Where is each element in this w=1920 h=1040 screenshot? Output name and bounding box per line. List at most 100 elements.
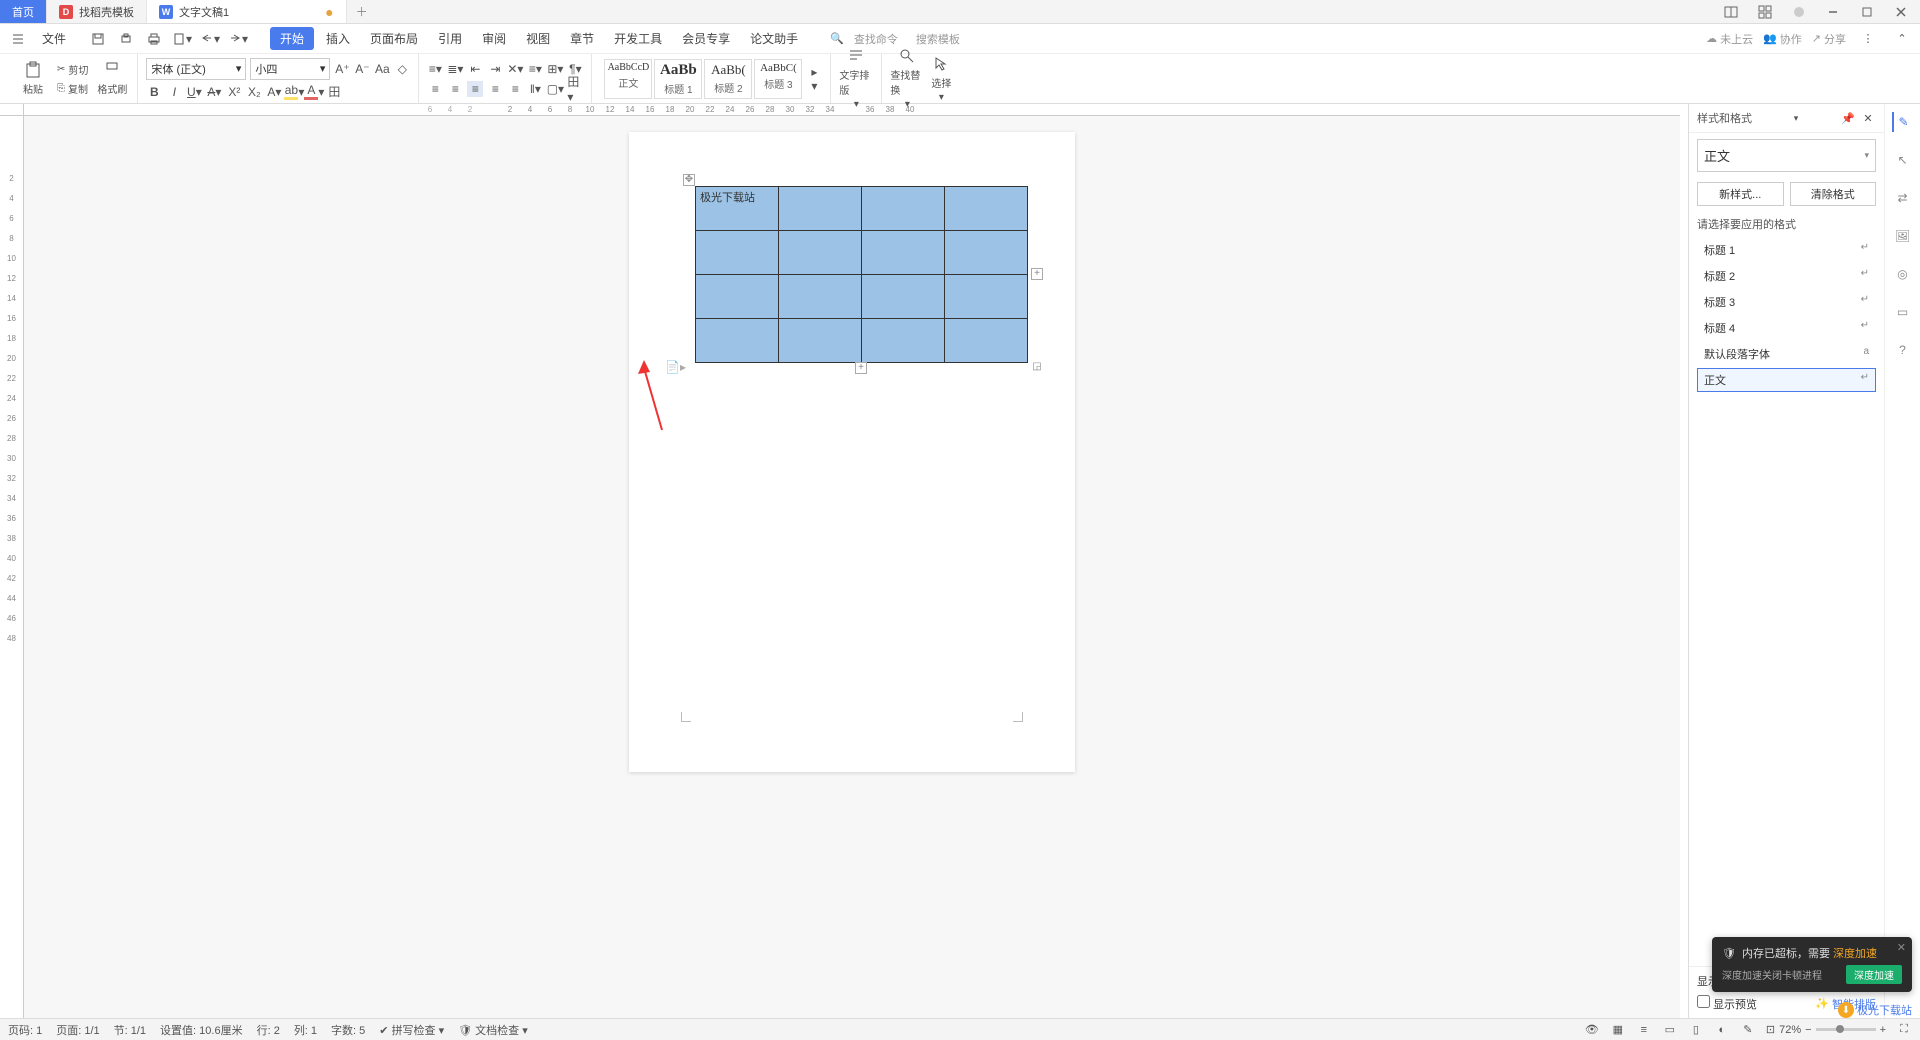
numbering-icon[interactable]: ≣▾ bbox=[447, 61, 463, 77]
eye-icon[interactable]: 👁 bbox=[1584, 1022, 1600, 1038]
document-table[interactable]: 极光下载站 bbox=[695, 186, 1028, 363]
style-list-item[interactable]: 标题 1↵ bbox=[1697, 238, 1876, 262]
horizontal-ruler[interactable]: 642246810121416182022242628303234363840 bbox=[24, 104, 1680, 116]
layout-mode-icon[interactable] bbox=[1718, 1, 1744, 23]
table-cell[interactable] bbox=[779, 187, 862, 231]
share-button[interactable]: ↗分享 bbox=[1812, 31, 1846, 47]
tab-document[interactable]: W 文字文稿1 ● bbox=[147, 0, 347, 23]
show-preview-checkbox[interactable]: 显示预览 bbox=[1697, 995, 1757, 1012]
menu-file[interactable]: 文件 bbox=[34, 26, 74, 51]
copy-button[interactable]: ⎘复制 bbox=[54, 80, 91, 97]
table-cell[interactable] bbox=[862, 275, 945, 319]
highlight-icon[interactable]: ab▾ bbox=[286, 84, 302, 100]
view-read-icon[interactable]: ▯ bbox=[1688, 1022, 1704, 1038]
print-icon[interactable] bbox=[142, 27, 166, 51]
fullscreen-icon[interactable]: ⛶ bbox=[1896, 1022, 1912, 1038]
select-button[interactable]: 选择▾ bbox=[924, 55, 958, 103]
table-cell[interactable] bbox=[862, 187, 945, 231]
style-gallery-h2[interactable]: AaBb(标题 2 bbox=[704, 59, 752, 99]
menu-member[interactable]: 会员专享 bbox=[674, 26, 738, 51]
style-gallery-h1[interactable]: AaBb标题 1 bbox=[654, 59, 702, 99]
redo-icon[interactable]: ▾ bbox=[226, 27, 250, 51]
align-center-icon[interactable]: ≡ bbox=[447, 81, 463, 97]
style-list-item[interactable]: 标题 3↵ bbox=[1697, 290, 1876, 314]
sort-icon[interactable]: ✕▾ bbox=[507, 61, 523, 77]
command-search[interactable]: 🔍 查找命令 搜索模板 bbox=[830, 31, 960, 47]
status-doc-check[interactable]: 🛡 文档检查 ▾ bbox=[458, 1022, 528, 1038]
font-name-combo[interactable]: 宋体 (正文)▾ bbox=[146, 58, 246, 80]
status-words[interactable]: 字数: 5 bbox=[331, 1022, 365, 1038]
menu-insert[interactable]: 插入 bbox=[318, 26, 358, 51]
align-right-icon[interactable]: ≡ bbox=[467, 81, 483, 97]
style-gallery-more-icon[interactable]: ▸▾ bbox=[806, 71, 822, 87]
zoom-fit-icon[interactable]: ⊡ bbox=[1766, 1023, 1775, 1036]
text-effect-icon[interactable]: A▾ bbox=[266, 84, 282, 100]
shrink-font-icon[interactable]: A⁻ bbox=[354, 61, 370, 77]
menu-view[interactable]: 视图 bbox=[518, 26, 558, 51]
export-icon[interactable]: ▾ bbox=[170, 27, 194, 51]
menu-paper[interactable]: 论文助手 bbox=[742, 26, 806, 51]
hamburger-icon[interactable] bbox=[6, 27, 30, 51]
status-spell[interactable]: ✔ 拼写检查 ▾ bbox=[379, 1022, 444, 1038]
zoom-control[interactable]: ⊡ 72% − + bbox=[1766, 1023, 1886, 1036]
align-distribute-icon[interactable]: ≡ bbox=[507, 81, 523, 97]
menu-start[interactable]: 开始 bbox=[270, 27, 314, 50]
strip-arrow-icon[interactable]: ↖ bbox=[1893, 150, 1913, 170]
zoom-out-icon[interactable]: − bbox=[1805, 1024, 1811, 1036]
collab-button[interactable]: 👥协作 bbox=[1763, 31, 1802, 47]
strike-icon[interactable]: A▾ bbox=[206, 84, 222, 100]
table-cell[interactable] bbox=[696, 275, 779, 319]
table-cell[interactable] bbox=[779, 275, 862, 319]
italic-icon[interactable]: I bbox=[166, 84, 182, 100]
apps-icon[interactable] bbox=[1752, 1, 1778, 23]
shading-icon[interactable]: ▢▾ bbox=[547, 81, 563, 97]
table-add-col-handle-icon[interactable]: + bbox=[1031, 268, 1043, 280]
gear-icon[interactable]: ✎ bbox=[1740, 1022, 1756, 1038]
paragraph-options-icon[interactable]: 📄▸ bbox=[665, 360, 686, 374]
align-dist-icon[interactable]: ≡▾ bbox=[527, 61, 543, 77]
strip-image-icon[interactable]: 🖼 bbox=[1893, 226, 1913, 246]
undo-icon[interactable]: ▾ bbox=[198, 27, 222, 51]
view-print-icon[interactable]: ▦ bbox=[1610, 1022, 1626, 1038]
increase-indent-icon[interactable]: ⇥ bbox=[487, 61, 503, 77]
collapse-ribbon-icon[interactable]: ⌃ bbox=[1890, 27, 1914, 51]
strip-pencil-icon[interactable]: ✎ bbox=[1892, 112, 1912, 132]
tab-home[interactable]: 首页 bbox=[0, 0, 47, 23]
text-layout-button[interactable]: 文字排版▾ bbox=[839, 47, 873, 110]
status-page-of[interactable]: 页面: 1/1 bbox=[56, 1022, 99, 1038]
align-justify-icon[interactable]: ≡ bbox=[487, 81, 503, 97]
line-spacing-icon[interactable]: ‖▾ bbox=[527, 81, 543, 97]
toast-close-icon[interactable]: ✕ bbox=[1897, 941, 1906, 954]
style-list-item[interactable]: 默认段落字体a bbox=[1697, 342, 1876, 366]
style-list-item[interactable]: 正文↵ bbox=[1697, 368, 1876, 392]
bold-icon[interactable]: B bbox=[146, 84, 162, 100]
menu-review[interactable]: 审阅 bbox=[474, 26, 514, 51]
tab-icon[interactable]: ⊞▾ bbox=[547, 61, 563, 77]
grow-font-icon[interactable]: A⁺ bbox=[334, 61, 350, 77]
bullets-icon[interactable]: ≡▾ bbox=[427, 61, 443, 77]
new-style-button[interactable]: 新样式... bbox=[1697, 182, 1784, 206]
format-painter-button[interactable]: 格式刷 bbox=[95, 61, 129, 96]
menu-page-layout[interactable]: 页面布局 bbox=[362, 26, 426, 51]
maximize-button[interactable] bbox=[1854, 1, 1880, 23]
toast-action-button[interactable]: 深度加速 bbox=[1846, 965, 1902, 984]
panel-close-icon[interactable]: ✕ bbox=[1860, 110, 1876, 126]
more-icon[interactable]: ⋮ bbox=[1856, 27, 1880, 51]
align-left-icon[interactable]: ≡ bbox=[427, 81, 443, 97]
tab-templates[interactable]: D 找稻壳模板 bbox=[47, 0, 147, 23]
table-cell[interactable] bbox=[696, 231, 779, 275]
table-move-handle-icon[interactable]: ✥ bbox=[683, 174, 695, 186]
status-section[interactable]: 节: 1/1 bbox=[114, 1022, 146, 1038]
table-add-row-handle-icon[interactable]: + bbox=[855, 362, 867, 374]
skin-icon[interactable] bbox=[1786, 1, 1812, 23]
table-resize-handle-icon[interactable]: ◲ bbox=[1031, 362, 1043, 374]
save-icon[interactable] bbox=[86, 27, 110, 51]
superscript-icon[interactable]: X² bbox=[226, 84, 242, 100]
table-cell[interactable] bbox=[945, 187, 1028, 231]
current-style-display[interactable]: 正文▾ bbox=[1697, 139, 1876, 172]
find-replace-button[interactable]: 查找替换▾ bbox=[890, 47, 924, 110]
strip-help-icon[interactable]: ? bbox=[1893, 340, 1913, 360]
table-cell[interactable] bbox=[862, 319, 945, 363]
print-preview-icon[interactable] bbox=[114, 27, 138, 51]
style-gallery-normal[interactable]: AaBbCcD正文 bbox=[604, 59, 652, 99]
